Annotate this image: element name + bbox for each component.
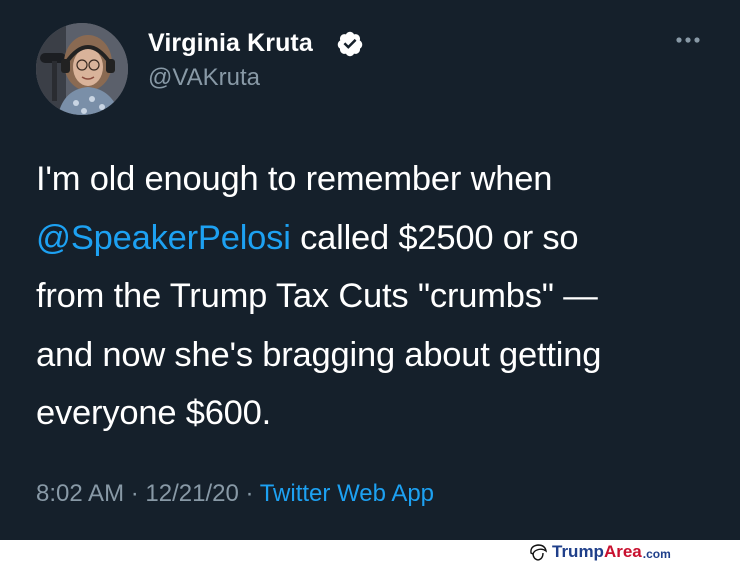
tweet-text-line-2: @SpeakerPelosi called $2500 or so — [36, 209, 726, 268]
tweet-text-line-2-rest: called $2500 or so — [290, 218, 579, 257]
meta-separator: · — [238, 480, 260, 507]
tweet-meta: 8:02 AM · 12/21/20 · Twitter Web App — [36, 480, 434, 508]
tweet-text-line-3: from the Trump Tax Cuts "crumbs" — — [36, 277, 598, 315]
tweet-text-line-4: and now she's bragging about getting — [36, 335, 602, 374]
tweet-card: Virginia Kruta @VAKruta I'm old enough t… — [0, 0, 740, 540]
tweet-text-line-1: I'm old enough to remember when — [36, 160, 553, 198]
verified-badge-icon — [337, 31, 363, 57]
watermark-text-trump: Trump — [552, 542, 604, 561]
watermark-text-domain: .com — [642, 547, 671, 561]
tweet-text-line-5: everyone $600. — [36, 394, 272, 432]
avatar[interactable] — [36, 23, 128, 115]
watermark: Trump Area .com — [528, 542, 671, 562]
tweet-date[interactable]: 12/21/20 — [145, 480, 238, 507]
tweet-time[interactable]: 8:02 AM — [36, 480, 124, 507]
handle[interactable]: @VAKruta — [148, 64, 260, 92]
watermark-text-area: Area — [603, 542, 642, 561]
tweet-source-link[interactable]: Twitter Web App — [260, 480, 434, 507]
avatar-photo — [36, 23, 128, 115]
mention-link[interactable]: @SpeakerPelosi — [36, 219, 291, 257]
display-name[interactable]: Virginia Kruta — [148, 29, 313, 58]
meta-separator: · — [124, 480, 146, 507]
tweet-text: I'm old enough to remember when @Speaker… — [36, 150, 726, 443]
more-options-icon[interactable] — [668, 28, 708, 52]
trump-hair-logo-icon — [530, 544, 547, 561]
